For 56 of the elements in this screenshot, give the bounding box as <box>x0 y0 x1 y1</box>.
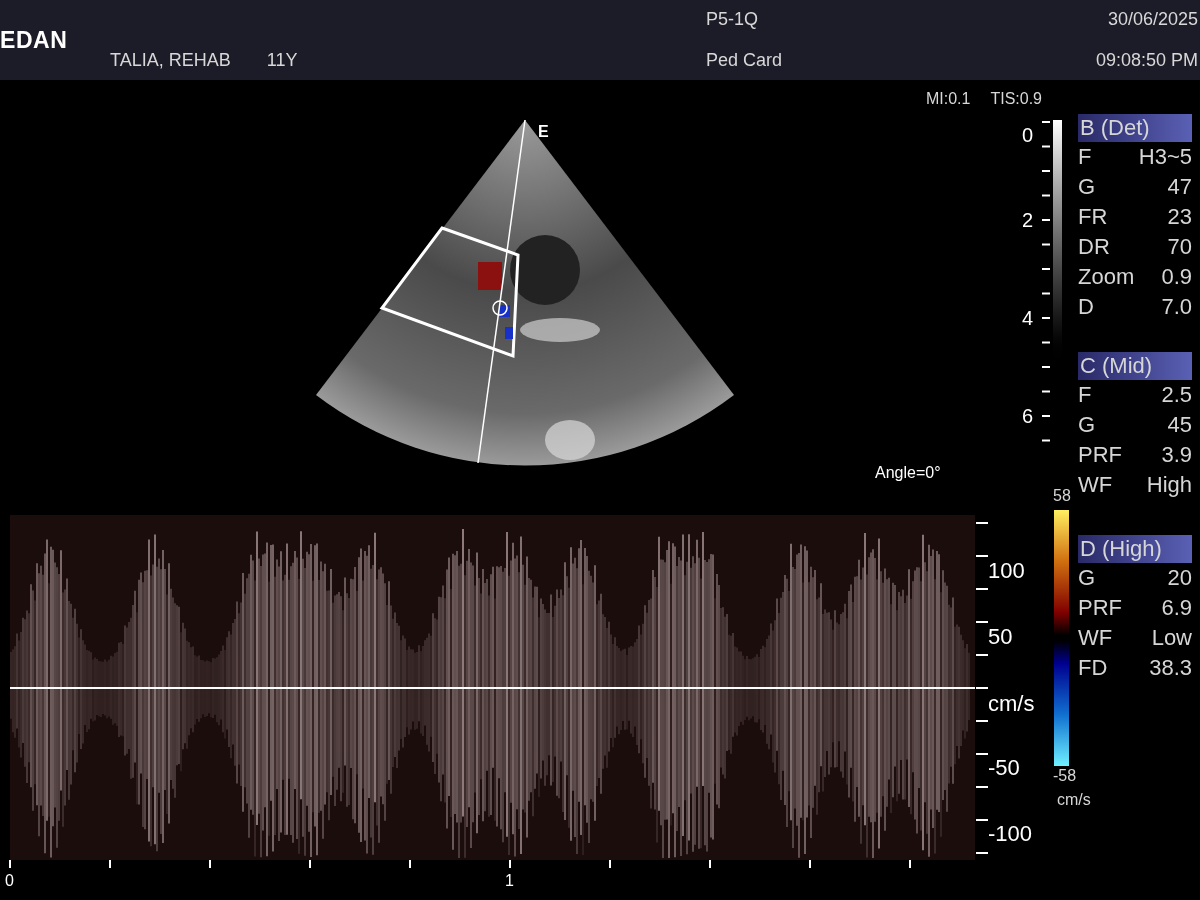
exam-preset: Ped Card <box>706 49 784 72</box>
color-scale-max: 58 <box>1053 488 1071 504</box>
parameter-label: Zoom <box>1078 263 1135 291</box>
parameter-value: 70 <box>1167 233 1192 261</box>
parameter-value: H3~5 <box>1138 143 1192 171</box>
parameter-label: PRF <box>1078 594 1122 622</box>
depth-label: 2 <box>1022 210 1034 230</box>
parameter-label: WF <box>1078 471 1113 499</box>
parameter-label: FR <box>1078 203 1108 231</box>
parameter-value: 7.0 <box>1161 293 1192 321</box>
parameter-value: 38.3 <box>1149 654 1192 682</box>
probe-name: P5-1Q <box>706 8 760 31</box>
parameter-label: DR <box>1078 233 1110 261</box>
parameter-value: 2.5 <box>1161 381 1192 409</box>
time-label: 0 <box>5 873 14 889</box>
velocity-label: cm/s <box>988 693 1035 715</box>
parameter-label: G <box>1078 564 1096 592</box>
exam-time: 09:08:50 PM <box>1095 49 1198 72</box>
acoustic-index: MI:0.1 <box>925 89 971 109</box>
parameter-value: 0.9 <box>1161 263 1192 291</box>
parameter-value: High <box>1146 471 1192 499</box>
parameter-label: WF <box>1078 624 1113 652</box>
depth-label: 4 <box>1022 308 1034 328</box>
brand-logo: EDAN <box>0 28 69 52</box>
velocity-label: 50 <box>988 626 1013 648</box>
parameter-value: 6.9 <box>1161 594 1192 622</box>
parameter-label: F <box>1078 143 1092 171</box>
acoustic-index: TIS:0.9 <box>990 89 1042 109</box>
angle-readout: Angle=0° <box>875 463 941 483</box>
parameter-label: PRF <box>1078 441 1122 469</box>
parameter-value: 3.9 <box>1161 441 1192 469</box>
depth-label: 6 <box>1022 406 1034 426</box>
parameter-label: G <box>1078 411 1096 439</box>
parameter-value: 20 <box>1167 564 1192 592</box>
velocity-label: -50 <box>988 757 1020 779</box>
orientation-mark: E <box>538 122 549 142</box>
parameter-value: 23 <box>1167 203 1192 231</box>
color-scale-min: -58 <box>1053 768 1077 784</box>
mode-title: D (High) <box>1078 535 1192 563</box>
patient-age: 11Y <box>266 49 298 72</box>
parameter-value: 47 <box>1167 173 1192 201</box>
parameter-value: Low <box>1151 624 1192 652</box>
velocity-label: -100 <box>988 823 1033 845</box>
color-scale-unit: cm/s <box>1057 792 1091 808</box>
depth-label: 0 <box>1022 125 1034 145</box>
parameter-label: FD <box>1078 654 1108 682</box>
parameter-label: D <box>1078 293 1094 321</box>
mode-title: B (Det) <box>1078 114 1192 142</box>
parameter-label: G <box>1078 173 1096 201</box>
velocity-label: 100 <box>988 560 1025 582</box>
patient-name: TALIA, REHAB <box>110 49 231 72</box>
parameter-label: F <box>1078 381 1092 409</box>
mode-title: C (Mid) <box>1078 352 1192 380</box>
parameter-value: 45 <box>1167 411 1192 439</box>
exam-date: 30/06/2025 <box>1107 8 1198 31</box>
time-label: 1 <box>505 873 514 889</box>
